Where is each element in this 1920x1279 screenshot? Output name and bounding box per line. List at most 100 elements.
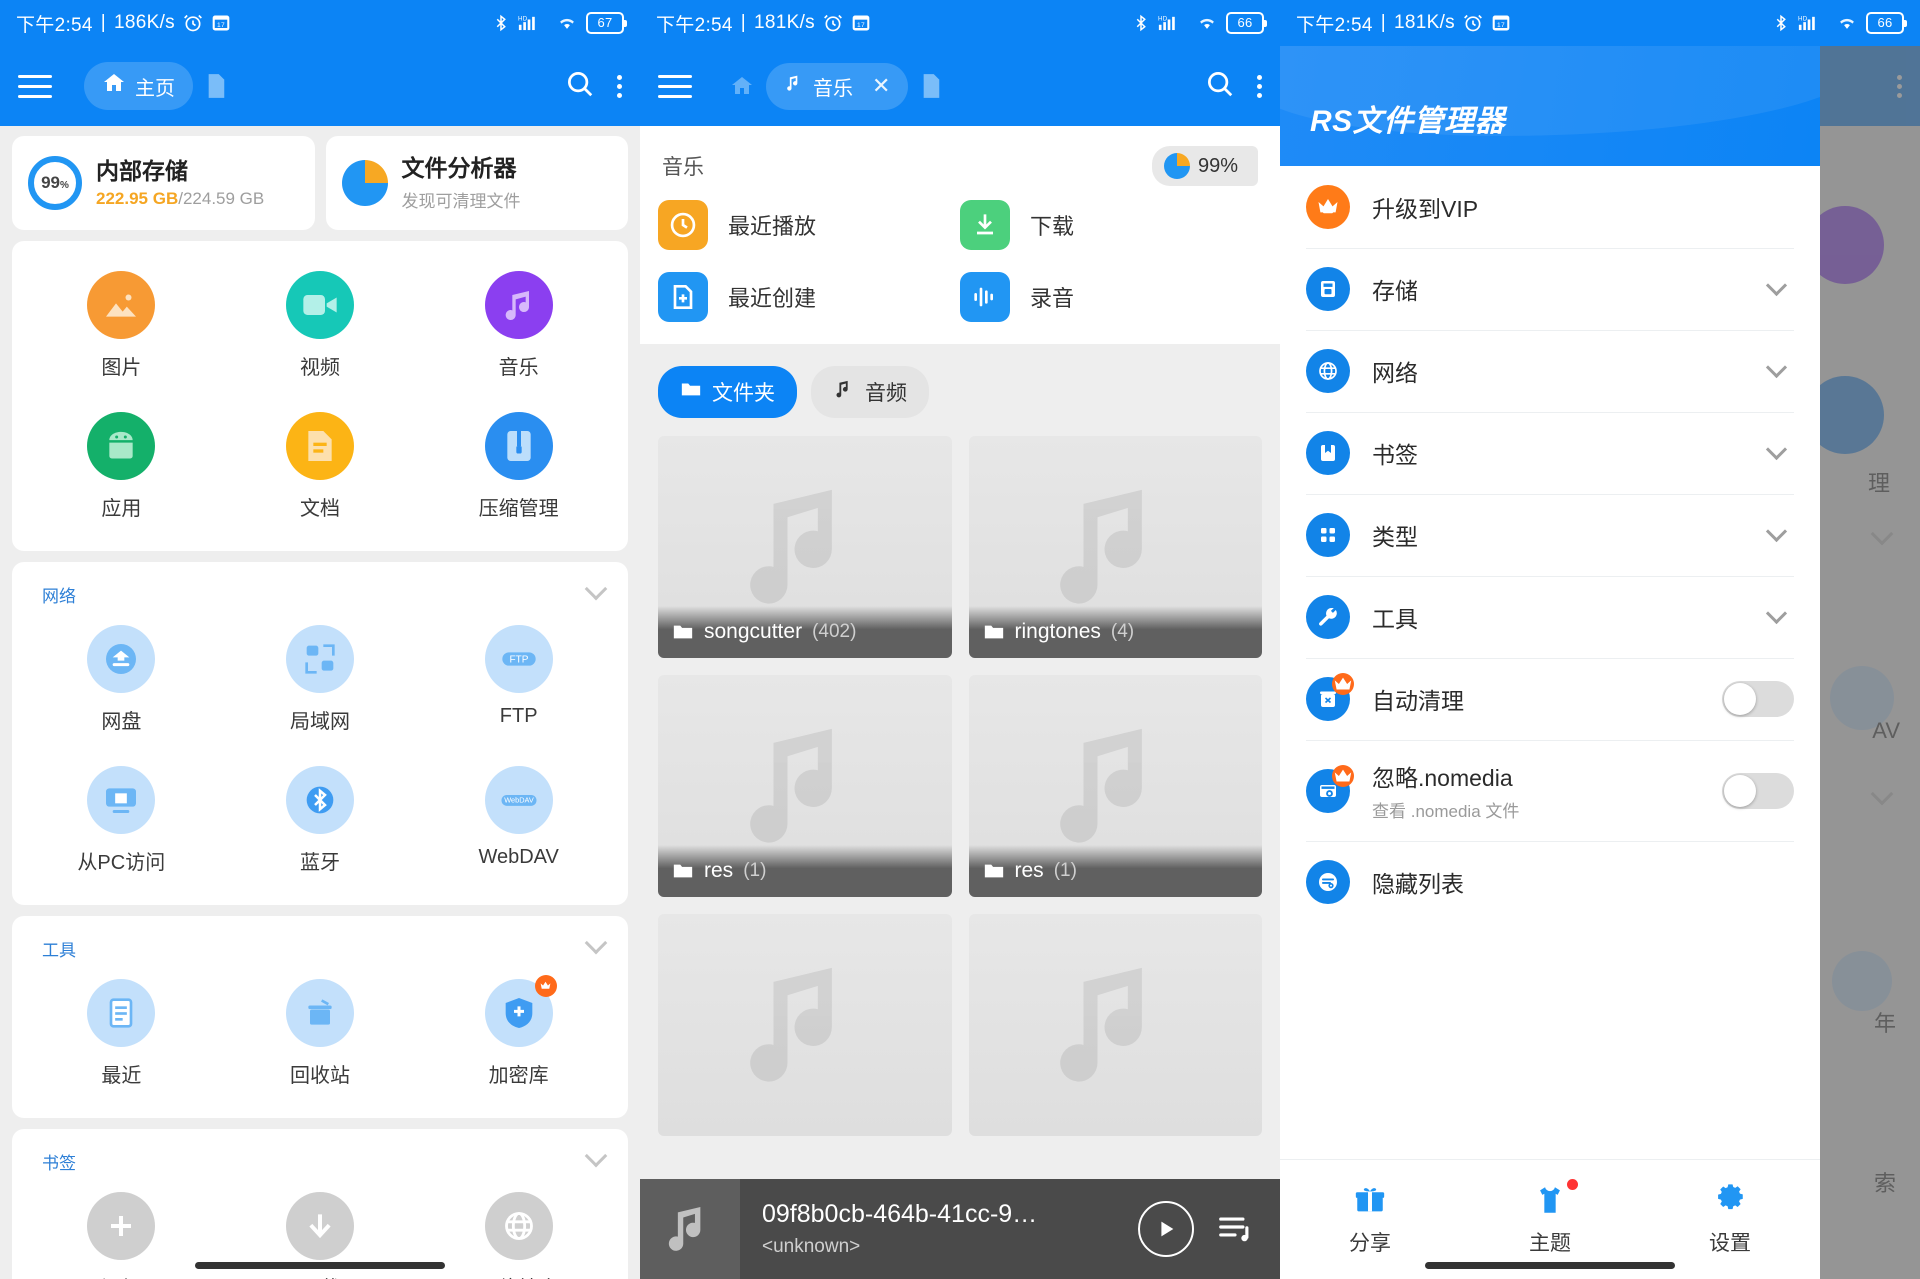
network-grid: 网盘 局域网 FTP FTP 从PC访问 蓝牙 WebDAV WebDAV <box>22 609 618 891</box>
chevron-down-icon[interactable] <box>584 1144 608 1168</box>
drawer-item-ignore-nomedia[interactable]: 忽略.nomedia 查看 .nomedia 文件 <box>1280 740 1820 841</box>
chip-audio[interactable]: 音频 <box>811 366 929 418</box>
category-item-documents[interactable]: 文档 <box>221 396 420 537</box>
overflow-menu-icon-2[interactable] <box>1257 74 1262 98</box>
network-item-webdav[interactable]: WebDAV WebDAV <box>419 750 618 891</box>
category-item-music[interactable]: 音乐 <box>419 255 618 396</box>
nav-item-theme[interactable]: 主题 <box>1460 1178 1640 1257</box>
ftp-icon: FTP <box>484 624 553 693</box>
drawer-item-hidden-list[interactable]: 隐藏列表 <box>1280 841 1820 923</box>
folder-count: (4) <box>1110 621 1135 642</box>
bookmark-item-websearch[interactable]: 网络搜索 <box>419 1176 618 1279</box>
file-analyzer-card[interactable]: 文件分析器 发现可清理文件 <box>325 136 628 230</box>
internal-storage-usage: 222.95 GB/224.59 GB <box>96 189 264 209</box>
play-button[interactable] <box>1138 1201 1194 1257</box>
internal-storage-card[interactable]: 99% 内部存储 222.95 GB/224.59 GB <box>12 136 315 230</box>
quick-item-recordings[interactable]: 录音 <box>960 272 1262 322</box>
drawer-item-label: 书签 <box>1372 442 1418 468</box>
auto-clean-toggle[interactable] <box>1722 681 1794 717</box>
quick-item-recently-played[interactable]: 最近播放 <box>658 200 960 250</box>
bookmark-icon <box>1306 431 1350 475</box>
tools-item-recent[interactable]: 最近 <box>22 963 221 1104</box>
folder-card[interactable]: res (1) <box>658 675 952 897</box>
folder-card[interactable]: res (1) <box>968 675 1262 897</box>
drawer-item-label: 隐藏列表 <box>1372 871 1464 897</box>
overflow-menu-icon-1[interactable] <box>617 74 622 98</box>
home-indicator-1 <box>195 1262 445 1269</box>
chevron-down-icon[interactable] <box>584 577 608 601</box>
nav-item-settings[interactable]: 设置 <box>1640 1183 1820 1257</box>
folder-card[interactable] <box>968 914 1262 1136</box>
folder-card[interactable]: ringtones (4) <box>968 436 1262 658</box>
chevron-down-icon[interactable] <box>1765 520 1788 543</box>
tools-item-recycle[interactable]: 回收站 <box>221 963 420 1104</box>
drawer-item-storage[interactable]: 存储 <box>1280 248 1820 330</box>
chip-label: 音频 <box>865 382 907 405</box>
ignore-nomedia-toggle[interactable] <box>1722 772 1794 809</box>
download-box-icon <box>960 200 1010 250</box>
breadcrumb-tab-music[interactable]: 音乐 ✕ <box>766 62 909 110</box>
svg-text:WebDAV: WebDAV <box>504 795 534 804</box>
chevron-down-icon[interactable] <box>1765 356 1788 379</box>
chevron-down-icon[interactable] <box>1765 274 1788 297</box>
folder-card[interactable] <box>658 914 952 1136</box>
playlist-queue-icon[interactable] <box>1216 1208 1254 1251</box>
status-separator: | <box>740 12 747 33</box>
drawer-item-types[interactable]: 类型 <box>1280 494 1820 576</box>
home-icon <box>102 71 126 101</box>
network-item-lan[interactable]: 局域网 <box>221 609 420 750</box>
quick-label: 最近创建 <box>728 286 817 311</box>
drawer-item-network[interactable]: 网络 <box>1280 330 1820 412</box>
status-bar-3: 下午2:54 | 181K/s 17 HD 66 <box>1280 0 1920 46</box>
bluetooth-status-icon <box>1132 13 1150 33</box>
bookmark-item-add[interactable]: 添加 <box>22 1176 221 1279</box>
chevron-down-icon[interactable] <box>584 931 608 955</box>
menu-icon-2[interactable] <box>658 65 700 107</box>
music-icon <box>484 270 553 339</box>
close-icon[interactable]: ✕ <box>872 73 890 99</box>
breadcrumb-file-icon-2[interactable] <box>914 64 948 108</box>
recycle-bin-icon <box>285 978 354 1047</box>
bookmarks-section: 书签 添加 下载 <box>12 1128 628 1279</box>
calendar-icon: 17 <box>851 13 871 33</box>
nav-item-share[interactable]: 分享 <box>1280 1183 1460 1257</box>
network-item-ftp[interactable]: FTP FTP <box>419 609 618 750</box>
status-separator: | <box>1380 12 1387 33</box>
search-icon-1[interactable] <box>565 69 595 104</box>
vip-badge-icon <box>534 974 557 997</box>
signal-hd-icon: HD <box>1798 13 1828 33</box>
breadcrumb-home[interactable]: 主页 <box>84 62 193 110</box>
chevron-down-icon[interactable] <box>1765 438 1788 461</box>
status-bar-2: 下午2:54 | 181K/s 17 HD 66 <box>640 0 1280 46</box>
category-item-apps[interactable]: 应用 <box>22 396 221 537</box>
category-item-images[interactable]: 图片 <box>22 255 221 396</box>
menu-icon-1[interactable] <box>18 65 60 107</box>
category-label: 图片 <box>101 356 142 379</box>
storage-percent-badge[interactable]: 99% <box>1151 146 1258 186</box>
tools-item-vault[interactable]: 加密库 <box>419 963 618 1104</box>
category-item-archive[interactable]: 压缩管理 <box>419 396 618 537</box>
quick-item-downloads[interactable]: 下载 <box>960 200 1262 250</box>
nav-item-label: 设置 <box>1709 1231 1751 1255</box>
quick-item-recently-created[interactable]: 最近创建 <box>658 272 960 322</box>
folder-card[interactable]: songcutter (402) <box>658 436 952 658</box>
drawer-item-bookmarks[interactable]: 书签 <box>1280 412 1820 494</box>
category-item-videos[interactable]: 视频 <box>221 255 420 396</box>
network-item-pc[interactable]: 从PC访问 <box>22 750 221 891</box>
drawer-item-auto-clean[interactable]: 自动清理 <box>1280 658 1820 740</box>
chevron-down-icon[interactable] <box>1765 602 1788 625</box>
network-item-cloud[interactable]: 网盘 <box>22 609 221 750</box>
cloud-drive-icon <box>87 624 156 693</box>
category-label: 应用 <box>101 497 142 520</box>
chip-folders[interactable]: 文件夹 <box>658 366 797 418</box>
drawer-item-upgrade-vip[interactable]: 升级到VIP <box>1280 166 1820 248</box>
drawer-item-tools[interactable]: 工具 <box>1280 576 1820 658</box>
network-item-bluetooth[interactable]: 蓝牙 <box>221 750 420 891</box>
breadcrumb-1: 主页 <box>84 62 555 110</box>
breadcrumb-file-icon[interactable] <box>199 64 233 108</box>
storage-percent-value: 99% <box>1197 154 1238 177</box>
search-icon-2[interactable] <box>1205 69 1235 104</box>
breadcrumb-home-icon-2[interactable] <box>724 65 760 107</box>
network-label: FTP <box>499 704 538 727</box>
note-icon <box>784 72 804 100</box>
